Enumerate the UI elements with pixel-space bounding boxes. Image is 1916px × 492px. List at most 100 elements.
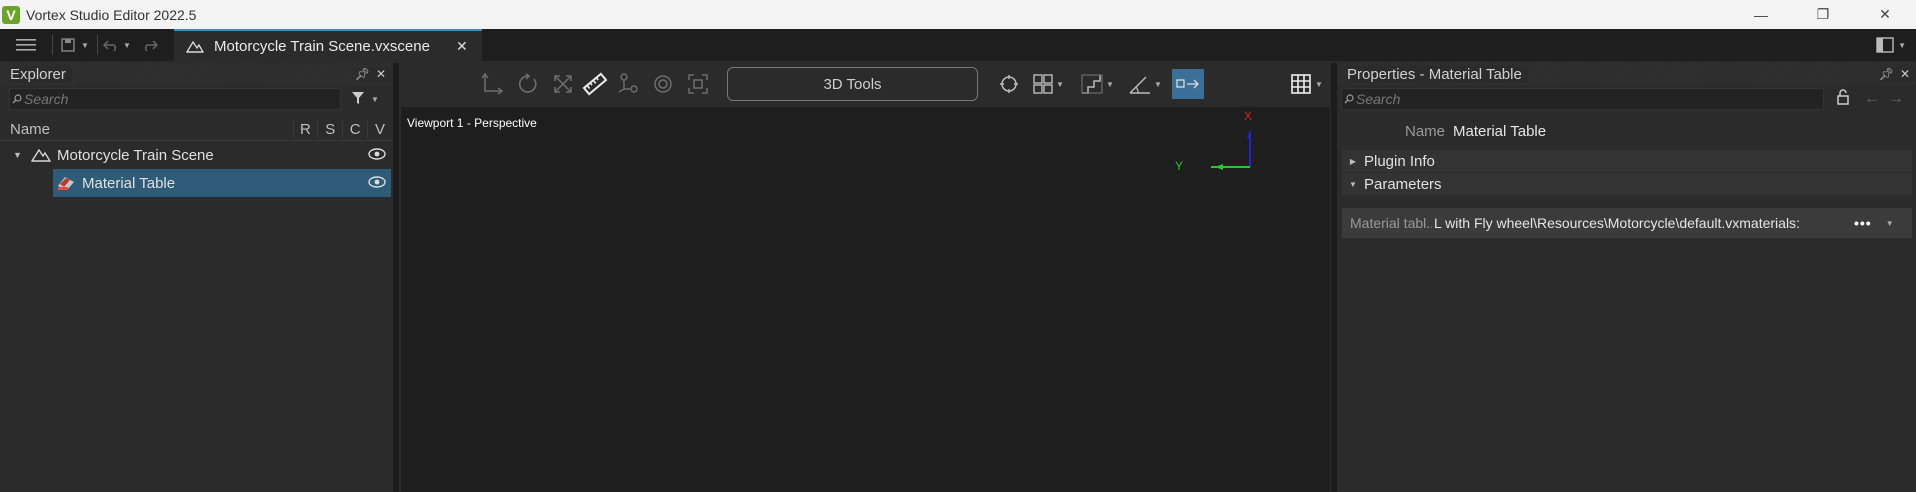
grid-snap-tool[interactable]: ▼ <box>1028 70 1068 98</box>
close-panel-icon[interactable]: ✕ <box>1900 67 1910 81</box>
search-icon <box>12 94 22 104</box>
explorer-title: Explorer <box>10 65 72 83</box>
browse-button[interactable]: ••• <box>1854 215 1872 231</box>
panel-splitter[interactable] <box>393 63 399 492</box>
param-label: Material tabl... <box>1350 215 1432 231</box>
layout-button[interactable]: ▼ <box>1876 29 1906 61</box>
material-table-path-field[interactable]: :L with Fly wheel\Resources\Motorcycle\d… <box>1434 215 1848 231</box>
window-title: Vortex Studio Editor 2022.5 <box>26 6 197 23</box>
tree-item-label: Material Table <box>82 174 176 192</box>
name-value[interactable]: Material Table <box>1453 123 1546 140</box>
column-s[interactable]: S <box>317 121 342 138</box>
tree-item-label: Motorcycle Train Scene <box>57 146 214 164</box>
search-icon <box>1344 94 1354 104</box>
param-material-table: Material tabl... :L with Fly wheel\Resou… <box>1342 208 1912 238</box>
frame-tool-icon[interactable] <box>684 70 712 98</box>
properties-search-input[interactable]: Search <box>1341 88 1824 110</box>
panel-layout-icon <box>1876 37 1894 53</box>
filter-dropdown-icon[interactable]: ▼ <box>371 95 379 104</box>
attach-tool-icon[interactable] <box>614 70 642 98</box>
pin-icon[interactable]: 📌︎ <box>1879 67 1894 81</box>
search-placeholder: Search <box>1356 91 1401 107</box>
local-global-toggle[interactable] <box>1172 69 1204 99</box>
measure-tool-icon[interactable] <box>581 70 609 98</box>
lock-icon[interactable] <box>1836 89 1850 109</box>
snap-icon <box>1033 74 1053 94</box>
section-plugin-info[interactable]: ▶ Plugin Info <box>1342 150 1912 172</box>
angle-icon <box>1129 76 1151 94</box>
viewport-3d[interactable]: Viewport 1 - Perspective X Y <box>401 107 1330 492</box>
properties-title: Properties - Material Table <box>1347 65 1528 83</box>
properties-panel: Properties - Material Table 📌︎ ✕ Search … <box>1338 63 1916 492</box>
step-dropdown-icon[interactable]: ▼ <box>1106 80 1114 89</box>
viewport-layout-dropdown-icon[interactable]: ▼ <box>1315 80 1323 89</box>
search-placeholder: Search <box>24 91 69 107</box>
pin-icon[interactable]: 📌︎ <box>355 67 370 81</box>
back-arrow-icon[interactable]: ← <box>1864 90 1880 108</box>
column-r[interactable]: R <box>292 121 318 138</box>
filter-icon[interactable] <box>351 91 365 108</box>
visibility-eye-icon[interactable] <box>368 147 386 164</box>
3d-tools-button[interactable]: 3D Tools <box>727 67 978 101</box>
close-panel-icon[interactable]: ✕ <box>376 67 386 81</box>
section-parameters[interactable]: ▼ Parameters <box>1342 173 1912 195</box>
title-bar: V Vortex Studio Editor 2022.5 — ❐ ✕ <box>0 0 1916 29</box>
explorer-search-input[interactable]: Search <box>9 88 341 110</box>
column-v[interactable]: V <box>367 121 392 138</box>
close-window-button[interactable]: ✕ <box>1854 0 1916 29</box>
viewport-toolbar: 3D Tools ▼ ▼ ▼ ▼ <box>401 63 1330 105</box>
section-label: Parameters <box>1364 175 1442 193</box>
step-tool[interactable]: ▼ <box>1077 70 1117 98</box>
translate-tool-icon[interactable] <box>478 70 506 98</box>
grid-layout-icon <box>1291 74 1311 94</box>
name-label: Name <box>1405 123 1446 140</box>
snap-dropdown-icon[interactable]: ▼ <box>1056 80 1064 89</box>
viewport-layout-tool[interactable]: ▼ <box>1287 70 1327 98</box>
param-dropdown-icon[interactable]: ▼ <box>1886 219 1894 228</box>
explorer-header: Explorer 📌︎ ✕ <box>0 63 392 85</box>
properties-header: Properties - Material Table 📌︎ ✕ <box>1338 63 1916 85</box>
explorer-column-headers: Name R S C V <box>0 119 392 141</box>
forward-arrow-icon[interactable]: → <box>1888 90 1904 108</box>
redo-icon[interactable] <box>136 29 164 61</box>
undo-dropdown-icon[interactable]: ▼ <box>123 41 131 50</box>
axis-y-label: Y <box>1175 159 1184 173</box>
orbit-tool-icon[interactable] <box>649 70 677 98</box>
angle-dropdown-icon[interactable]: ▼ <box>1154 80 1162 89</box>
material-table-icon <box>56 174 76 196</box>
layout-dropdown-icon[interactable]: ▼ <box>1898 41 1906 50</box>
crosshair-icon[interactable] <box>995 70 1023 98</box>
rotate-tool-icon[interactable] <box>514 70 542 98</box>
tree-item-material-table[interactable]: Material Table <box>0 169 392 197</box>
visibility-eye-icon[interactable] <box>368 175 386 192</box>
save-dropdown-icon[interactable]: ▼ <box>81 41 89 50</box>
column-c[interactable]: C <box>342 121 367 138</box>
minimize-button[interactable]: — <box>1730 0 1792 29</box>
expanded-arrow-icon: ▼ <box>1349 179 1357 189</box>
undo-icon[interactable]: ▼ <box>98 29 136 61</box>
maximize-button[interactable]: ❐ <box>1792 0 1854 29</box>
transform-space-icon <box>1176 79 1199 89</box>
main-menu-icon[interactable] <box>0 29 52 61</box>
axis-x-label: X <box>1244 109 1253 123</box>
expand-arrow-icon[interactable]: ▼ <box>13 150 22 160</box>
save-icon[interactable]: ▼ <box>53 29 97 61</box>
explorer-panel: Explorer 📌︎ ✕ Search ▼ Name R S C V ▼ Mo… <box>0 63 392 492</box>
close-tab-icon[interactable]: ✕ <box>456 38 468 55</box>
panel-splitter[interactable] <box>1331 63 1337 492</box>
tab-motorcycle-train-scene[interactable]: Motorcycle Train Scene.vxscene ✕ <box>174 29 482 61</box>
scene-icon <box>186 40 204 53</box>
section-label: Plugin Info <box>1364 152 1435 170</box>
column-name[interactable]: Name <box>10 121 293 138</box>
menu-tab-bar: ▼ ▼ Motorcycle Train Scene.vxscene ✕ ▼ <box>0 29 1916 61</box>
scene-icon <box>30 148 52 166</box>
step-icon <box>1081 74 1103 94</box>
tree-item-motorcycle-train-scene[interactable]: ▼ Motorcycle Train Scene <box>0 141 392 169</box>
angle-tool[interactable]: ▼ <box>1125 70 1165 98</box>
viewport-label: Viewport 1 - Perspective <box>407 116 537 130</box>
axis-gizmo <box>1211 131 1251 170</box>
tab-label: Motorcycle Train Scene.vxscene <box>214 37 430 55</box>
collapsed-arrow-icon: ▶ <box>1349 156 1357 166</box>
app-logo-icon: V <box>2 5 20 24</box>
scale-tool-icon[interactable] <box>549 70 577 98</box>
